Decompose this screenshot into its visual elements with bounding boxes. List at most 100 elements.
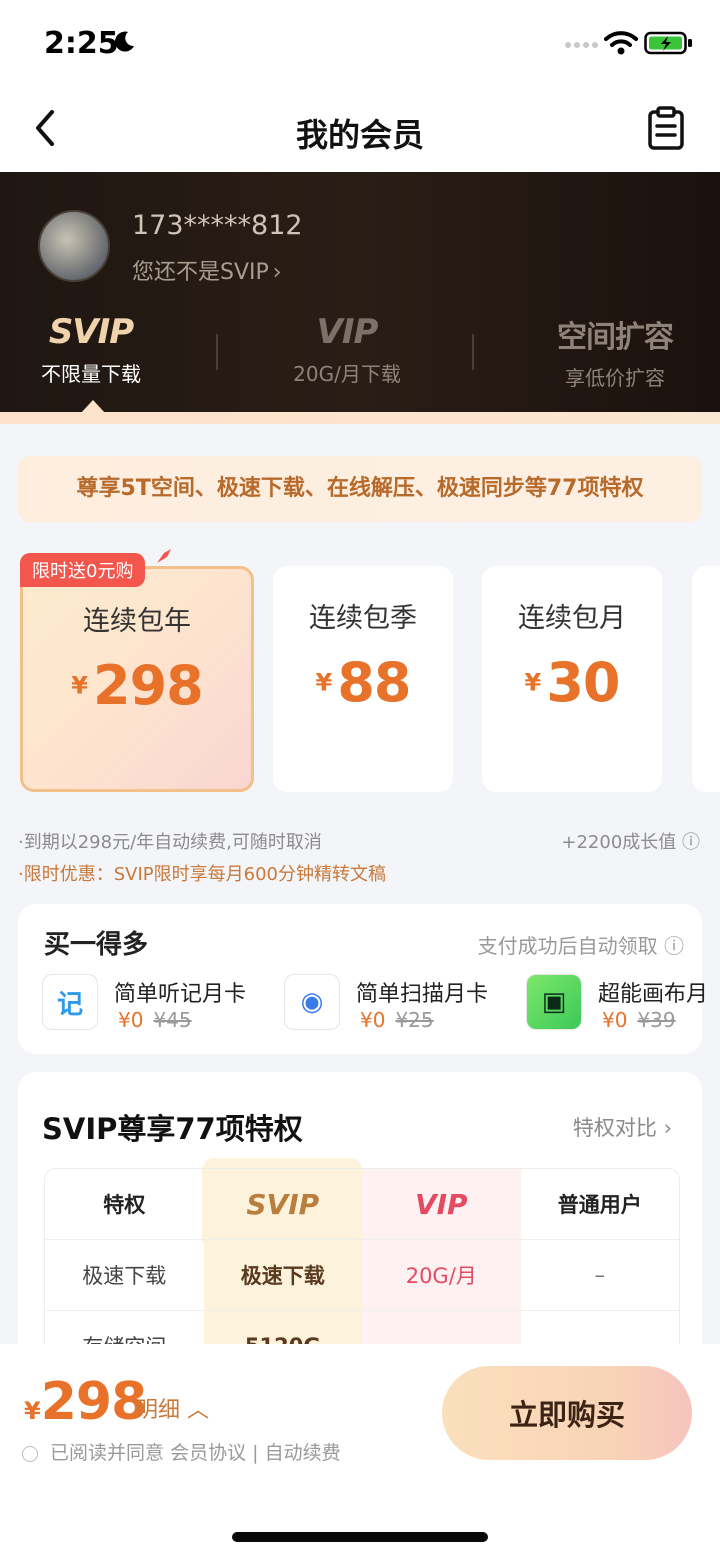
divider (472, 334, 474, 370)
divider (216, 334, 218, 370)
tab-storage-subtitle: 享低价扩容 (565, 366, 665, 390)
compare-link-text: 特权对比 (572, 1116, 657, 1140)
bundle-hint-text: 支付成功后自动领取 (477, 934, 658, 958)
tab-vip-subtitle: 20G/月下载 (293, 362, 401, 386)
bundle-title: 买一得多 (44, 930, 149, 960)
tab-storage-expansion[interactable]: 空间扩容 享低价扩容 (548, 312, 682, 391)
buy-now-button[interactable]: 立即购买 (442, 1366, 692, 1460)
bundle-item-name: 简单扫描月卡 (356, 982, 489, 1007)
info-icon: ⓘ (682, 832, 700, 853)
promo-note: ·限时优惠：SVIP限时享每月600分钟精转文稿 (18, 864, 386, 885)
avatar[interactable] (38, 210, 110, 282)
price-value: 30 (546, 651, 620, 714)
agree-radio[interactable] (22, 1445, 38, 1462)
table-header: 普通用户 (557, 1193, 642, 1217)
plan-card-partial[interactable] (692, 566, 720, 792)
nav-bar: 我的会员 (0, 90, 720, 172)
tab-vip[interactable]: VIP 20G/月下载 (280, 312, 414, 387)
agreement-row: 已阅读并同意 会员协议 | 自动续费 (22, 1438, 341, 1465)
table-cell: 20G/月 (362, 1240, 521, 1310)
agree-text: 已阅读并同意 (50, 1442, 165, 1464)
scan-app-icon: ◉ (284, 974, 340, 1030)
page-title: 我的会员 (295, 116, 424, 154)
total-price-value: 298 (40, 1372, 148, 1432)
bundle-item[interactable]: ◉ 简单扫描月卡 ¥0 ¥25 (284, 974, 524, 1034)
bundle-price-original: ¥39 (637, 1008, 676, 1032)
table-cell: 极速下载 (82, 1264, 167, 1288)
table-cell: – (594, 1263, 606, 1287)
chevron-right-icon: › (663, 1116, 672, 1140)
promo-tag: 限时送0元购 (20, 553, 146, 587)
signal-dots-icon (565, 42, 598, 48)
tab-svip-subtitle: 不限量下载 (41, 362, 141, 386)
bundle-price-now: ¥0 (360, 1008, 386, 1032)
price-detail-toggle[interactable]: 明细 ︿ (136, 1392, 209, 1424)
total-price: ¥298 (24, 1372, 148, 1432)
divider: | (252, 1442, 265, 1464)
growth-value-text: +2200成长值 (561, 832, 677, 853)
privilege-banner: 尊享5T空间、极速下载、在线解压、极速同步等77项特权 (18, 456, 702, 522)
status-time: 2:25 (44, 26, 119, 61)
plan-price: ¥ 30 (482, 651, 662, 714)
wifi-icon (604, 31, 638, 55)
plan-name: 连续包年 (83, 606, 191, 637)
moon-icon (115, 31, 134, 52)
bundle-hint[interactable]: 支付成功后自动领取 ⓘ (478, 930, 684, 959)
tab-svip[interactable]: SVIP 不限量下载 (28, 312, 154, 387)
currency-symbol: ¥ (24, 1397, 41, 1425)
compare-link[interactable]: 特权对比 › (573, 1112, 672, 1142)
table-cell: 极速下载 (203, 1240, 362, 1310)
bundle-section: 买一得多 支付成功后自动领取 ⓘ 记 简单听记月卡 ¥0 ¥45 ◉ 简单扫描月卡… (18, 904, 708, 1054)
table-header-vip: VIP (362, 1169, 521, 1239)
plan-card-monthly[interactable]: 连续包月 ¥ 30 (482, 566, 662, 792)
bundle-item-price: ¥0 ¥39 (602, 1008, 676, 1032)
plan-name: 连续包月 (518, 603, 626, 634)
bundle-price-now: ¥0 (602, 1008, 628, 1032)
auto-renew-link[interactable]: 自动续费 (265, 1442, 341, 1464)
info-icon: ⓘ (664, 934, 684, 958)
plan-price: ¥ 298 (23, 654, 251, 717)
table-header: 特权 (103, 1193, 146, 1217)
growth-value[interactable]: +2200成长值 ⓘ (561, 828, 700, 854)
tingji-app-icon: 记 (42, 974, 98, 1030)
member-header: 173*****812 您还不是SVIP › SVIP 不限量下载 VIP 20G… (0, 172, 720, 416)
bundle-item-price: ¥0 ¥25 (360, 1008, 434, 1032)
vip-logo: VIP (316, 312, 379, 352)
price-value: 298 (93, 654, 204, 717)
currency-symbol: ¥ (524, 668, 542, 697)
sparkle-icon (157, 549, 171, 563)
hero-bottom-strip (0, 412, 720, 424)
member-agreement-link[interactable]: 会员协议 (170, 1442, 246, 1464)
membership-status-link[interactable]: 您还不是SVIP › (132, 254, 282, 286)
table-header-row: 特权 SVIP VIP 普通用户 (45, 1169, 679, 1240)
order-clipboard-icon[interactable] (646, 106, 686, 150)
tab-storage-title: 空间扩容 (557, 320, 674, 355)
price-value: 88 (337, 651, 411, 714)
bundle-item-price: ¥0 ¥45 (118, 1008, 192, 1032)
plan-price: ¥ 88 (273, 651, 453, 714)
table-row: 极速下载 极速下载 20G/月 – (45, 1240, 679, 1311)
bundle-item[interactable]: 记 简单听记月卡 ¥0 ¥45 (42, 974, 282, 1034)
price-detail-text: 明细 (136, 1398, 181, 1423)
currency-symbol: ¥ (315, 668, 333, 697)
bundle-price-original: ¥25 (395, 1008, 434, 1032)
chevron-right-icon: › (272, 260, 282, 285)
canvas-app-icon: ▣ (526, 974, 582, 1030)
privileges-section: SVIP尊享77项特权 特权对比 › 特权 SVIP VIP 普通用户 极速下载… (18, 1072, 702, 1372)
battery-icon (644, 31, 692, 55)
purchase-bar: ¥298 明细 ︿ 已阅读并同意 会员协议 | 自动续费 立即购买 (0, 1344, 720, 1559)
membership-status-text: 您还不是SVIP (132, 260, 269, 285)
status-bar: 2:25 (0, 0, 720, 90)
plan-card-quarterly[interactable]: 连续包季 ¥ 88 (273, 566, 453, 792)
plan-card-yearly[interactable]: 限时送0元购 连续包年 ¥ 298 (20, 549, 254, 792)
privileges-title: SVIP尊享77项特权 (42, 1112, 303, 1146)
user-phone: 173*****812 (132, 210, 303, 241)
chevron-up-icon: ︿ (187, 1398, 210, 1423)
svip-logo: SVIP (48, 312, 134, 352)
bundle-price-now: ¥0 (118, 1008, 144, 1032)
table-header-svip: SVIP (203, 1169, 362, 1239)
currency-symbol: ¥ (71, 671, 88, 700)
bundle-item[interactable]: ▣ 超能画布月 ¥0 ¥39 (526, 974, 720, 1034)
bundle-item-name: 简单听记月卡 (114, 982, 247, 1007)
bundle-item-name: 超能画布月 (598, 982, 709, 1007)
